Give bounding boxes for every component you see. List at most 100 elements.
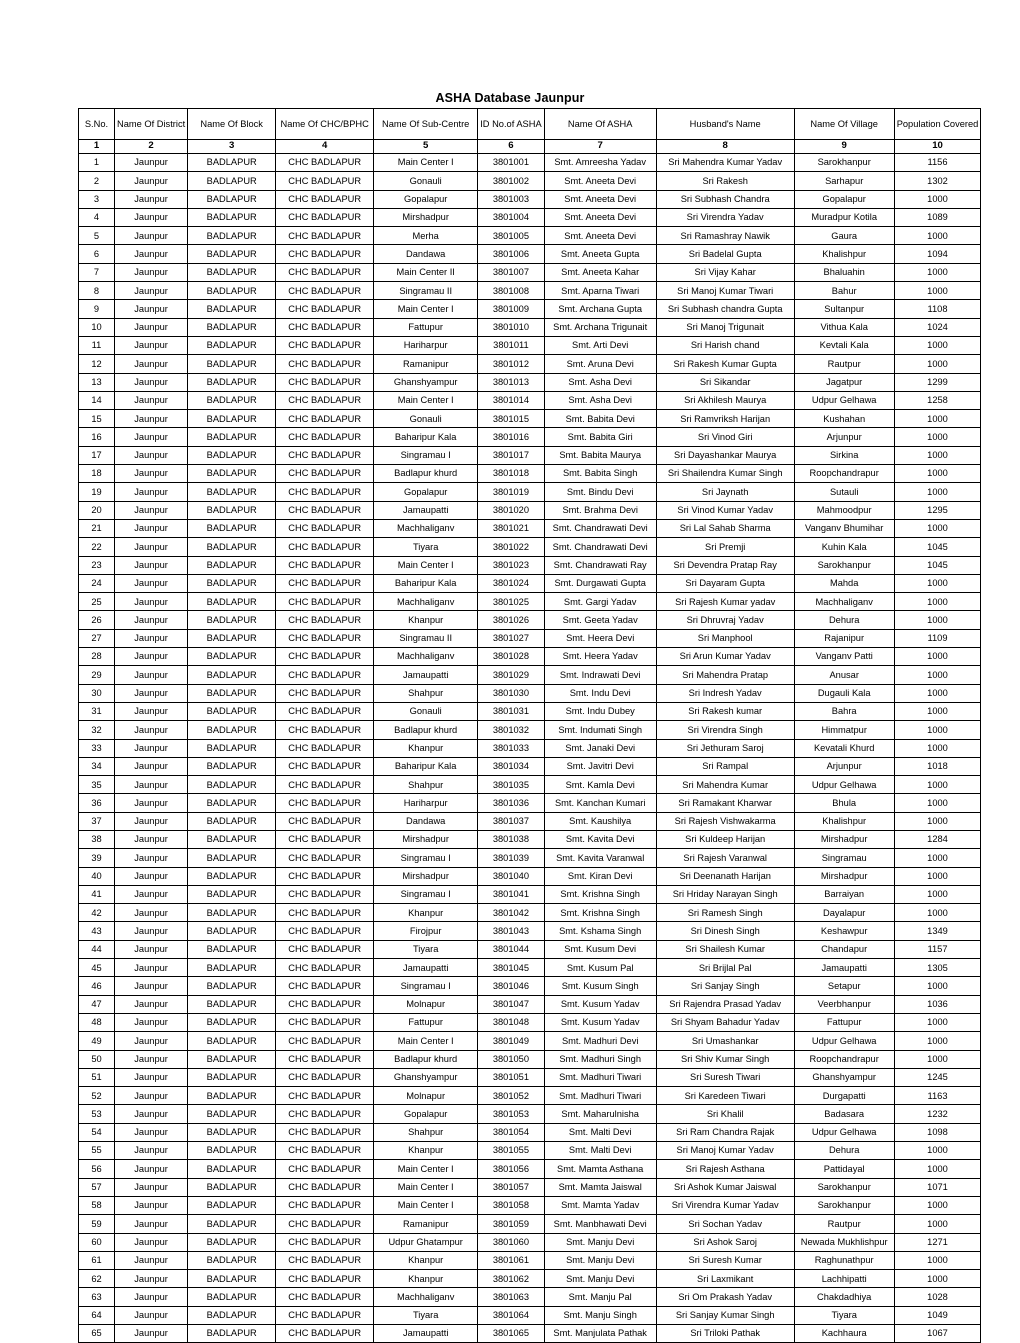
cell-sno: 7 [78, 262, 115, 283]
cell-husband-name: Sri Dinesh Singh [655, 921, 795, 941]
column-header-sno: S.No. [78, 108, 115, 140]
cell-chc-bphc: CHC BADLAPUR [275, 1122, 375, 1143]
cell-chc-bphc: CHC BADLAPUR [275, 555, 375, 575]
cell-chc-bphc: CHC BADLAPUR [275, 1195, 375, 1216]
column-header-district: Name Of District [113, 108, 189, 140]
cell-block: BADLAPUR [187, 555, 277, 575]
cell-sub-centre: Main Center I [373, 1159, 479, 1179]
cell-asha-id: 3801061 [477, 1250, 545, 1271]
cell-sub-centre: Khanpur [373, 1141, 479, 1161]
table-row: 57 Jaunpur BADLAPUR CHC BADLAPUR Main Center… [78, 1177, 982, 1197]
cell-village: Mahmoodpur [793, 500, 895, 520]
cell-sub-centre: Jamaupatti [373, 958, 479, 978]
table-row: 7 Jaunpur BADLAPUR CHC BADLAPUR Main Center … [78, 262, 982, 283]
cell-sno: 5 [78, 226, 115, 246]
cell-chc-bphc: CHC BADLAPUR [275, 756, 375, 777]
cell-block: BADLAPUR [187, 1086, 277, 1106]
cell-sno: 46 [78, 976, 115, 996]
cell-asha-id: 3801054 [477, 1122, 545, 1143]
cell-district: Jaunpur [113, 976, 189, 996]
cell-village: Mahda [793, 573, 895, 594]
cell-sub-centre: Ramanipur [373, 354, 479, 374]
cell-population: 1108 [893, 299, 982, 319]
cell-sno: 10 [78, 317, 115, 337]
cell-chc-bphc: CHC BADLAPUR [275, 573, 375, 594]
cell-block: BADLAPUR [187, 884, 277, 905]
cell-village: Bhaluahin [793, 262, 895, 283]
cell-village: Arjunpur [793, 756, 895, 777]
cell-district: Jaunpur [113, 628, 189, 649]
cell-block: BADLAPUR [187, 701, 277, 722]
cell-husband-name: Sri Ramesh Singh [655, 903, 795, 923]
cell-sno: 4 [78, 207, 115, 228]
cell-asha-name: Smt. Aneeta Devi [543, 207, 657, 228]
cell-husband-name: Sri Indresh Yadav [655, 683, 795, 703]
cell-district: Jaunpur [113, 1104, 189, 1124]
cell-block: BADLAPUR [187, 866, 277, 886]
cell-district: Jaunpur [113, 592, 189, 612]
cell-asha-name: Smt. Heera Devi [543, 628, 657, 649]
cell-district: Jaunpur [113, 1287, 189, 1307]
cell-village: Raghunathpur [793, 1250, 895, 1271]
cell-block: BADLAPUR [187, 1305, 277, 1326]
column-number-1: 1 [78, 139, 115, 154]
cell-asha-id: 3801037 [477, 811, 545, 831]
cell-asha-name: Smt. Asha Devi [543, 372, 657, 392]
cell-chc-bphc: CHC BADLAPUR [275, 939, 375, 960]
cell-asha-name: Smt. Archana Gupta [543, 299, 657, 319]
cell-population: 1000 [893, 1214, 982, 1234]
table-row: 61 Jaunpur BADLAPUR CHC BADLAPUR Khanpur 3801… [78, 1250, 982, 1271]
cell-district: Jaunpur [113, 518, 189, 539]
cell-sno: 59 [78, 1214, 115, 1234]
cell-asha-name: Smt. Aparna Tiwari [543, 281, 657, 301]
cell-population: 1157 [893, 939, 982, 960]
cell-asha-id: 3801012 [477, 354, 545, 374]
cell-sub-centre: Singramau I [373, 445, 479, 466]
cell-sub-centre: Khanpur [373, 903, 479, 923]
cell-sub-centre: Main Center I [373, 555, 479, 575]
cell-population: 1000 [893, 775, 982, 795]
cell-sub-centre: Badlapur khurd [373, 1049, 479, 1069]
cell-population: 1000 [893, 1269, 982, 1289]
table-row: 23 Jaunpur BADLAPUR CHC BADLAPUR Main Center… [78, 555, 982, 575]
cell-district: Jaunpur [113, 207, 189, 228]
cell-block: BADLAPUR [187, 665, 277, 685]
cell-district: Jaunpur [113, 226, 189, 246]
cell-village: Tiyara [793, 1305, 895, 1326]
cell-village: Sarokhanpur [793, 152, 895, 173]
cell-sub-centre: Singramau II [373, 628, 479, 649]
cell-sno: 19 [78, 482, 115, 502]
cell-block: BADLAPUR [187, 1287, 277, 1307]
table-row: 49 Jaunpur BADLAPUR CHC BADLAPUR Main Center… [78, 1031, 982, 1051]
cell-sno: 20 [78, 500, 115, 520]
cell-block: BADLAPUR [187, 207, 277, 228]
cell-husband-name: Sri Om Prakash Yadav [655, 1287, 795, 1307]
cell-asha-name: Smt. Manbhawati Devi [543, 1214, 657, 1234]
cell-sub-centre: Tiyara [373, 537, 479, 557]
cell-block: BADLAPUR [187, 647, 277, 667]
cell-chc-bphc: CHC BADLAPUR [275, 226, 375, 246]
cell-sub-centre: Hariharpur [373, 793, 479, 813]
cell-chc-bphc: CHC BADLAPUR [275, 829, 375, 850]
asha-database-table: S.No. Name Of District Name Of Block Nam… [78, 108, 982, 1343]
cell-asha-id: 3801063 [477, 1287, 545, 1307]
table-header: S.No. Name Of District Name Of Block Nam… [78, 108, 982, 154]
cell-sub-centre: Fattupur [373, 317, 479, 337]
cell-sub-centre: Shahpur [373, 683, 479, 703]
cell-village: Sarhapur [793, 171, 895, 191]
cell-village: Kachhaura [793, 1323, 895, 1343]
cell-sno: 23 [78, 555, 115, 575]
cell-chc-bphc: CHC BADLAPUR [275, 1269, 375, 1289]
cell-village: Sarokhanpur [793, 555, 895, 575]
cell-population: 1000 [893, 427, 982, 447]
cell-sno: 25 [78, 592, 115, 612]
cell-sno: 51 [78, 1067, 115, 1088]
table-row: 14 Jaunpur BADLAPUR CHC BADLAPUR Main Center… [78, 390, 982, 411]
cell-population: 1000 [893, 1012, 982, 1033]
cell-sno: 2 [78, 171, 115, 191]
column-header-sub-centre: Name Of Sub-Centre [373, 108, 479, 140]
cell-block: BADLAPUR [187, 1323, 277, 1343]
cell-husband-name: Sri Manoj Trigunait [655, 317, 795, 337]
cell-population: 1000 [893, 281, 982, 301]
cell-sno: 42 [78, 903, 115, 923]
